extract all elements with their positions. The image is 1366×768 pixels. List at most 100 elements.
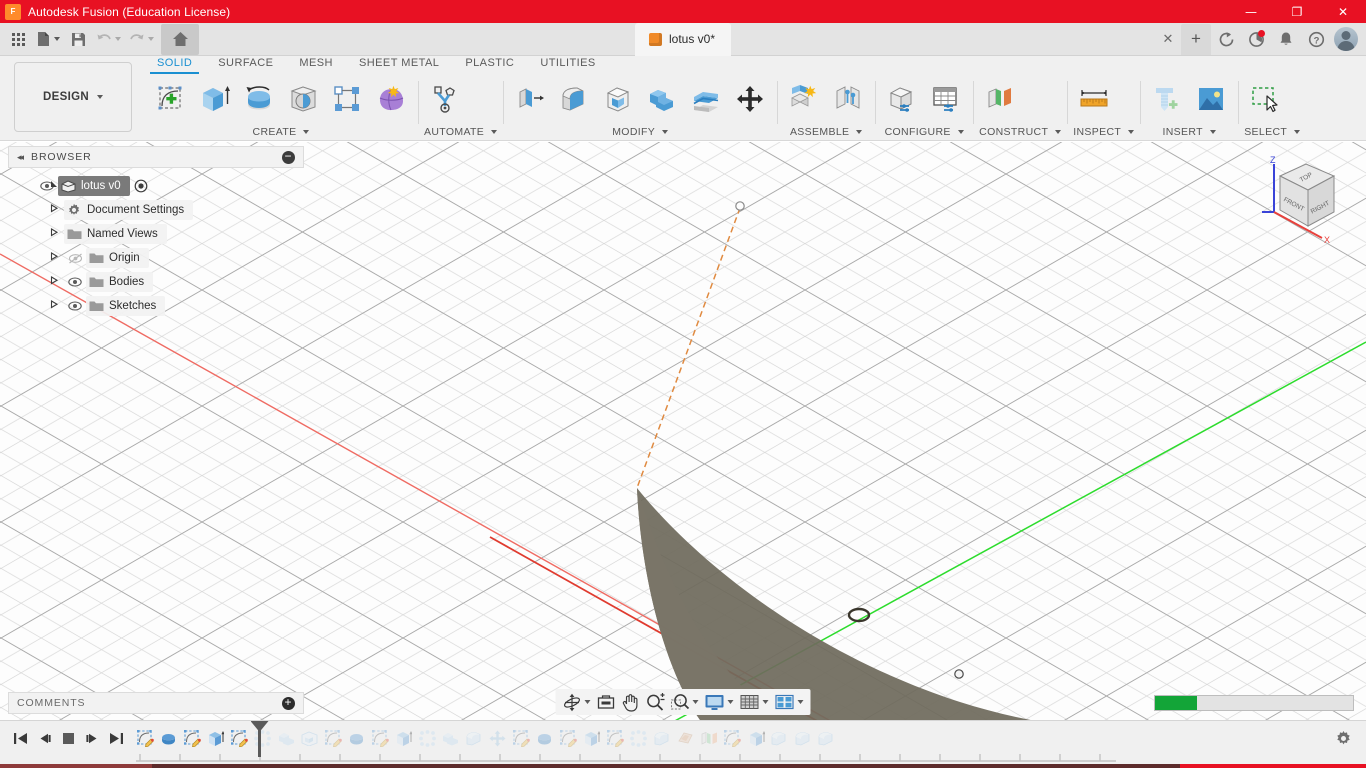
bolt-plus-icon[interactable]	[1146, 78, 1188, 120]
timeline-feature-fillet[interactable]	[651, 725, 673, 751]
collapse-icon[interactable]: ◂◂	[17, 152, 24, 163]
hand-icon[interactable]	[619, 690, 643, 714]
timeline-feature-combine[interactable]	[275, 725, 297, 751]
chevron-down-icon[interactable]	[727, 700, 734, 704]
browser-item-named-views[interactable]: Named Views	[8, 222, 304, 246]
timeline-feature-extrude[interactable]	[745, 725, 767, 751]
pattern-icon[interactable]	[326, 78, 368, 120]
revolve-icon[interactable]	[238, 78, 280, 120]
timeline-feature-sketch[interactable]	[510, 725, 532, 751]
automate-icon[interactable]	[424, 78, 466, 120]
timeline-feature-sketch[interactable]	[228, 725, 250, 751]
browser-panel-button[interactable]: −	[282, 150, 295, 164]
combine-icon[interactable]	[641, 78, 683, 120]
question-circle-icon[interactable]: ?	[1301, 24, 1331, 54]
planes-icon[interactable]	[979, 78, 1021, 120]
new-document-button[interactable]	[33, 25, 63, 53]
chevron-down-icon[interactable]	[797, 700, 804, 704]
expand-arrow-icon[interactable]	[44, 276, 64, 288]
ruler-icon[interactable]	[1073, 78, 1115, 120]
browser-item-sketches[interactable]: Sketches	[8, 294, 304, 318]
sketch-plus-icon[interactable]	[150, 78, 192, 120]
browser-item-bodies[interactable]: Bodies	[8, 270, 304, 294]
chevron-down-icon[interactable]	[762, 700, 769, 704]
panel-construct-label[interactable]: CONSTRUCT	[979, 123, 1062, 140]
undo-button[interactable]	[93, 25, 124, 53]
expand-arrow-icon[interactable]	[44, 228, 64, 240]
timeline-feature-construct-plane[interactable]	[698, 725, 720, 751]
expand-arrow-icon[interactable]	[44, 252, 64, 264]
chevron-down-icon[interactable]	[96, 95, 103, 99]
timeline-feature-sketch[interactable]	[181, 725, 203, 751]
press-pull-icon[interactable]	[509, 78, 551, 120]
step-forward-button[interactable]	[80, 725, 104, 751]
panel-assemble-label[interactable]: ASSEMBLE	[783, 123, 869, 140]
monitor-icon[interactable]	[702, 690, 737, 714]
timeline-feature-revolve[interactable]	[346, 725, 368, 751]
new-tab-button[interactable]: +	[1181, 23, 1211, 55]
viewports-icon[interactable]	[772, 690, 807, 714]
expand-arrow-icon[interactable]	[44, 180, 64, 192]
save-button[interactable]	[65, 25, 91, 53]
grid-icon[interactable]	[5, 25, 31, 53]
panel-create-label[interactable]: CREATE	[150, 123, 412, 140]
browser-item-chip[interactable]: Bodies	[86, 272, 154, 292]
move-arrows-icon[interactable]	[729, 78, 771, 120]
panel-modify-label[interactable]: MODIFY	[509, 123, 771, 140]
maximize-button[interactable]: ❐	[1274, 0, 1320, 23]
visibility-eye-icon[interactable]	[64, 277, 86, 287]
zoom-icon[interactable]	[643, 690, 668, 714]
refresh-circle-icon[interactable]	[1211, 24, 1241, 54]
split-face-icon[interactable]	[685, 78, 727, 120]
joint-icon[interactable]	[827, 78, 869, 120]
timeline-feature-fillet[interactable]	[816, 725, 838, 751]
new-component-icon[interactable]	[783, 78, 825, 120]
select-marquee-icon[interactable]	[1244, 78, 1286, 120]
extrude-icon[interactable]	[194, 78, 236, 120]
panel-configure-label[interactable]: CONFIGURE	[881, 123, 967, 140]
chevron-down-icon[interactable]	[54, 37, 60, 41]
chevron-down-icon[interactable]	[584, 700, 591, 704]
panel-inspect-label[interactable]: INSPECT	[1073, 123, 1135, 140]
view-cube[interactable]: Z X TOP FRONT RIGHT	[1248, 150, 1354, 248]
bell-icon[interactable]	[1271, 24, 1301, 54]
expand-arrow-icon[interactable]	[44, 300, 64, 312]
expand-arrow-icon[interactable]	[44, 204, 64, 216]
close-tab-button[interactable]: ✕	[1155, 24, 1181, 54]
timeline-feature-revolve[interactable]	[534, 725, 556, 751]
timeline-feature-pattern[interactable]	[416, 725, 438, 751]
table-icon[interactable]	[925, 78, 967, 120]
timeline-feature-sketch[interactable]	[134, 725, 156, 751]
browser-item-document-settings[interactable]: Document Settings	[8, 198, 304, 222]
form-icon[interactable]	[370, 78, 412, 120]
workspace-switcher[interactable]: DESIGN	[14, 62, 132, 132]
timeline-track[interactable]	[134, 721, 1320, 762]
timeline-feature-revolve[interactable]	[158, 725, 180, 751]
comments-panel[interactable]: COMMENTS +	[8, 692, 304, 714]
close-button[interactable]: ✕	[1320, 0, 1366, 23]
look-at-icon[interactable]	[594, 690, 619, 714]
visibility-eye-off-icon[interactable]	[64, 253, 86, 264]
tab-plastic[interactable]: PLASTIC	[452, 56, 527, 72]
browser-item-lotus-v0[interactable]: lotus v0	[8, 174, 304, 198]
go-to-beginning-button[interactable]	[8, 725, 32, 751]
fillet-icon[interactable]	[553, 78, 595, 120]
timeline-feature-sketch[interactable]	[369, 725, 391, 751]
panel-select-label[interactable]: SELECT	[1244, 123, 1301, 140]
timeline-feature-pattern[interactable]	[252, 725, 274, 751]
tab-mesh[interactable]: MESH	[286, 56, 346, 72]
go-to-end-button[interactable]	[104, 725, 128, 751]
viewport-canvas[interactable]: ◂◂ BROWSER − lotus v0 Document Settings …	[0, 142, 1366, 720]
timeline-feature-sketch[interactable]	[722, 725, 744, 751]
tab-sheet-metal[interactable]: SHEET METAL	[346, 56, 452, 72]
home-button[interactable]	[161, 23, 199, 55]
chevron-down-icon[interactable]	[692, 700, 699, 704]
timeline-feature-sketch[interactable]	[322, 725, 344, 751]
activity-circle-icon[interactable]	[1241, 24, 1271, 54]
document-tab[interactable]: lotus v0*	[634, 22, 732, 56]
timeline-feature-shell[interactable]	[299, 725, 321, 751]
browser-item-chip[interactable]: Origin	[86, 248, 149, 268]
timeline-feature-fillet[interactable]	[792, 725, 814, 751]
chevron-down-icon[interactable]	[115, 37, 121, 41]
stop-button[interactable]	[56, 725, 80, 751]
